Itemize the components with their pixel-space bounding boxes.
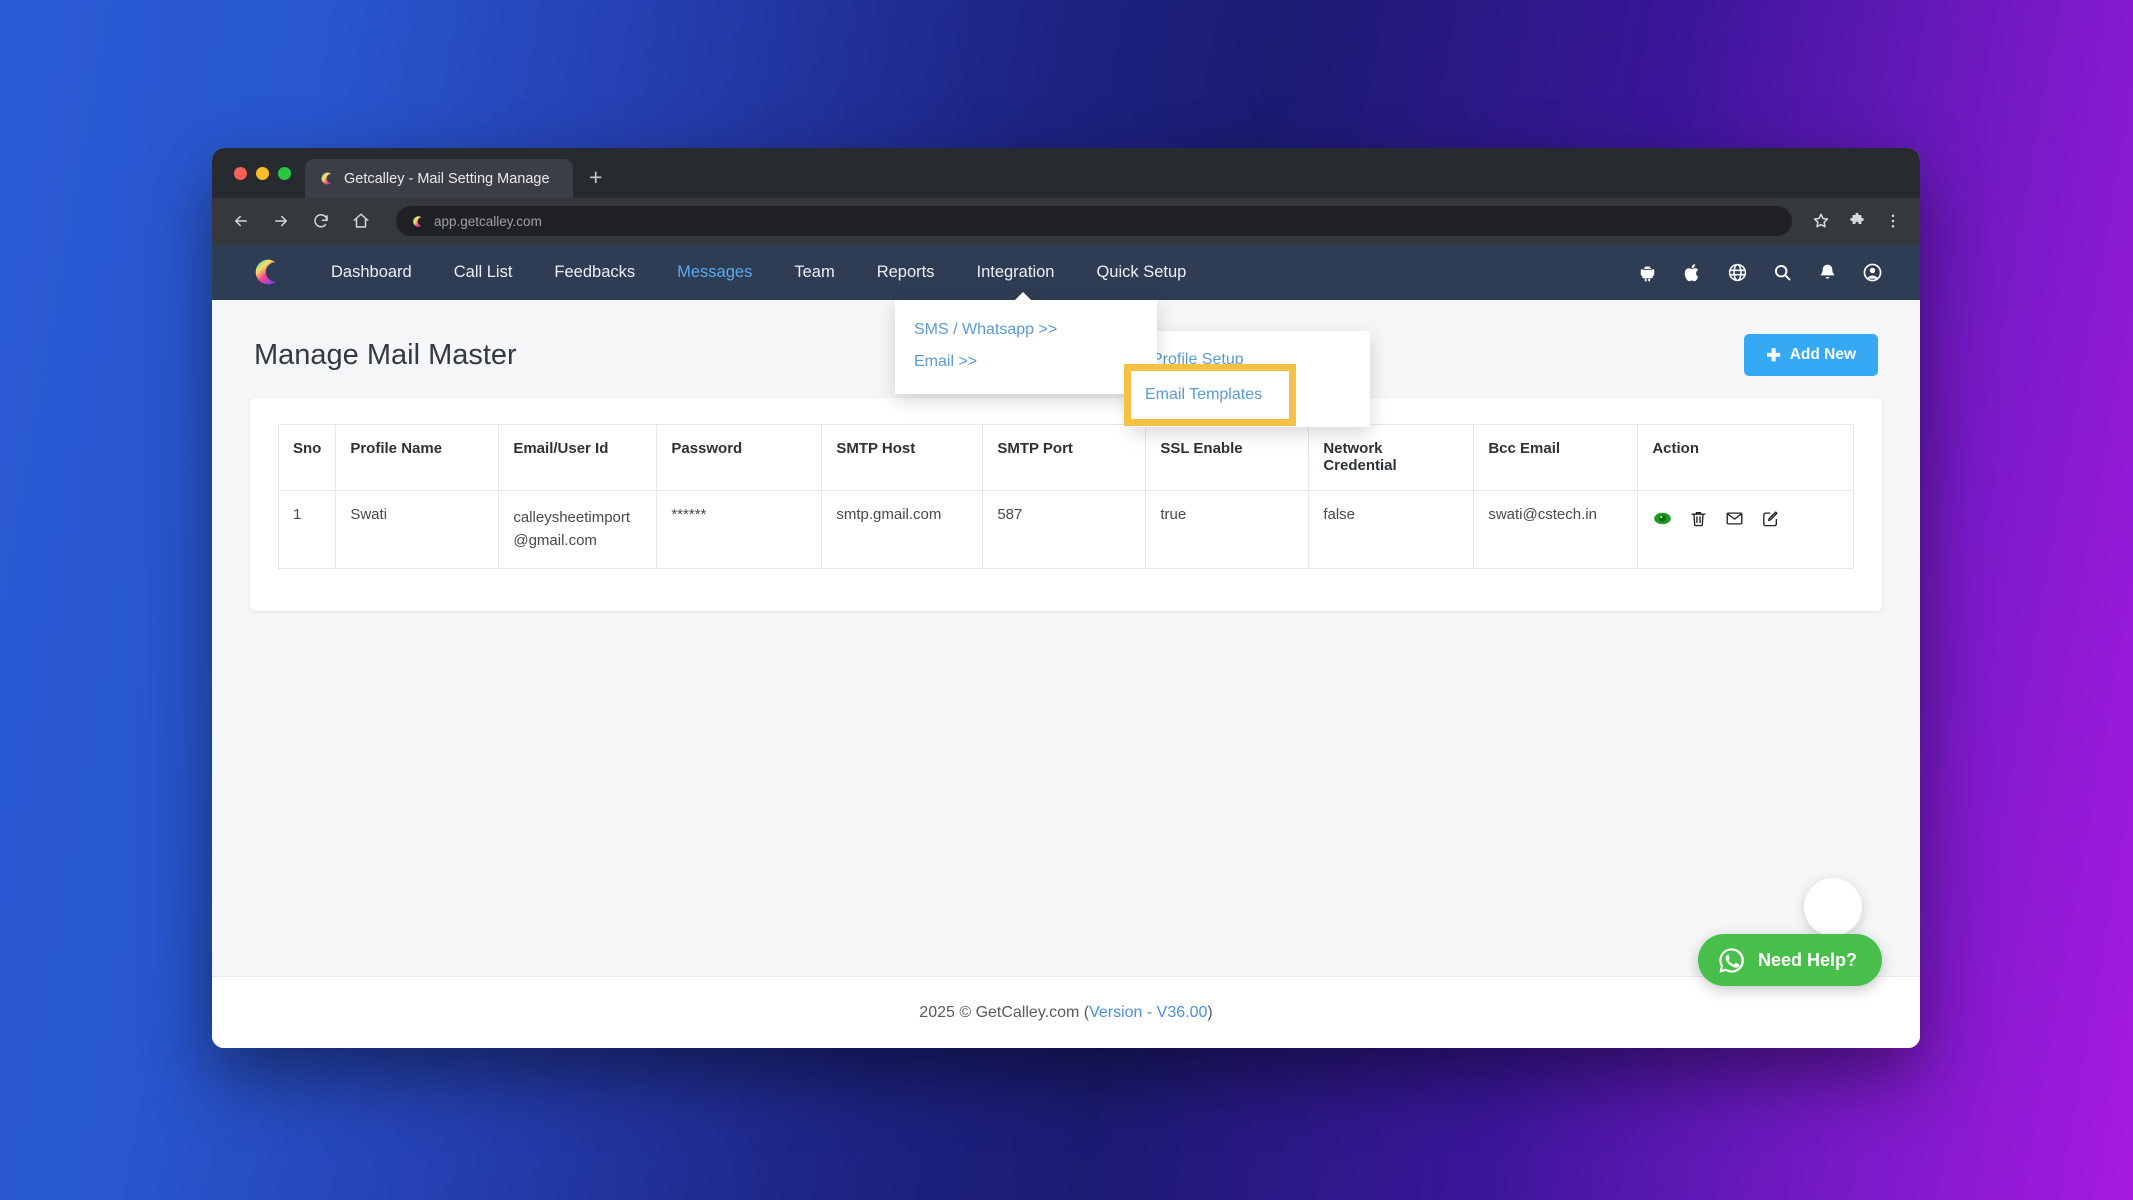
footer-close-paren: )	[1207, 1003, 1213, 1021]
application-viewport: Dashboard Call List Feedbacks Messages T…	[212, 244, 1920, 1048]
column-header-smtp-port: SMTP Port	[982, 424, 1147, 491]
cell-sno: 1	[277, 490, 337, 569]
column-header-bcc-email: Bcc Email	[1473, 424, 1639, 491]
nav-link-messages[interactable]: Messages	[656, 244, 773, 300]
bell-icon[interactable]	[1816, 261, 1839, 284]
messages-dropdown-menu: SMS / Whatsapp >> Email >>	[895, 300, 1157, 394]
browser-tab-title: Getcalley - Mail Setting Manage	[344, 170, 550, 187]
column-header-password: Password	[656, 424, 823, 491]
send-mail-icon[interactable]	[1724, 508, 1745, 529]
star-icon[interactable]	[1810, 210, 1832, 232]
window-traffic-lights	[228, 148, 305, 198]
cell-password: ******	[656, 490, 823, 569]
cell-actions	[1637, 490, 1854, 569]
android-icon[interactable]	[1636, 261, 1659, 284]
column-header-action: Action	[1637, 424, 1854, 491]
navbar-links: Dashboard Call List Feedbacks Messages T…	[310, 244, 1207, 300]
nav-link-call-list[interactable]: Call List	[433, 244, 534, 300]
calley-favicon-icon	[321, 172, 332, 185]
footer-version-link[interactable]: Version - V36.00	[1089, 1004, 1207, 1022]
view-eye-icon[interactable]	[1652, 508, 1673, 529]
column-header-email-user-id: Email/User Id	[498, 424, 658, 491]
column-header-ssl-enable: SSL Enable	[1145, 424, 1310, 491]
nav-link-reports[interactable]: Reports	[856, 244, 956, 300]
cell-ssl-enable: true	[1145, 490, 1310, 569]
need-help-label: Need Help?	[1757, 949, 1857, 970]
dropdown-caret-icon	[1012, 292, 1034, 303]
nav-link-feedbacks[interactable]: Feedbacks	[533, 244, 656, 300]
edit-pencil-icon[interactable]	[1760, 508, 1781, 529]
home-icon[interactable]	[350, 210, 372, 232]
url-text: app.getcalley.com	[434, 213, 542, 229]
footer-copyright: 2025 © GetCalley.com (	[919, 1003, 1090, 1021]
scroll-to-top-button[interactable]	[1804, 878, 1862, 936]
browser-tab-strip: Getcalley - Mail Setting Manage +	[212, 148, 1920, 198]
back-arrow-icon[interactable]	[230, 210, 252, 232]
table-row: 1 Swati calleysheetimport@gmail.com ****…	[277, 490, 1854, 569]
table-header-row: Sno Profile Name Email/User Id Password …	[277, 424, 1854, 491]
close-window-button[interactable]	[234, 166, 247, 180]
calley-logo[interactable]	[250, 255, 284, 289]
row-action-group	[1652, 506, 1839, 529]
dropdown-item-sms-whatsapp[interactable]: SMS / Whatsapp >>	[895, 314, 1157, 346]
cell-profile-name: Swati	[335, 490, 500, 569]
cell-email-user-id-text: calleysheetimport@gmail.com	[513, 509, 631, 550]
site-favicon-icon	[413, 215, 422, 227]
app-footer: 2025 © GetCalley.com (Version - V36.00)	[212, 976, 1920, 1048]
add-new-label: Add New	[1789, 346, 1856, 363]
email-templates-highlight: Email Templates	[1124, 364, 1296, 426]
column-header-network-credential: Network Credential	[1308, 424, 1475, 491]
delete-trash-icon[interactable]	[1688, 508, 1709, 529]
cell-bcc-email: swati@cstech.in	[1473, 490, 1639, 569]
column-header-profile-name: Profile Name	[335, 424, 500, 491]
column-header-smtp-host: SMTP Host	[821, 424, 984, 491]
three-dot-menu-icon[interactable]	[1882, 210, 1904, 232]
plus-icon: ✚	[1766, 345, 1781, 365]
forward-arrow-icon[interactable]	[270, 210, 292, 232]
cell-smtp-port: 587	[982, 490, 1147, 569]
reload-icon[interactable]	[310, 210, 332, 232]
address-bar-actions	[1810, 210, 1904, 232]
apple-icon[interactable]	[1681, 261, 1704, 284]
search-icon[interactable]	[1771, 261, 1794, 284]
cell-email-user-id: calleysheetimport@gmail.com	[498, 490, 658, 569]
column-header-sno: Sno	[277, 424, 337, 491]
add-new-button[interactable]: ✚ Add New	[1744, 334, 1878, 376]
app-navbar: Dashboard Call List Feedbacks Messages T…	[212, 244, 1920, 300]
browser-window: Getcalley - Mail Setting Manage + app.ge…	[212, 148, 1920, 1048]
mail-master-card: Sno Profile Name Email/User Id Password …	[250, 398, 1882, 611]
submenu-item-email-templates[interactable]: Email Templates	[1131, 378, 1284, 412]
puzzle-icon[interactable]	[1846, 210, 1868, 232]
nav-link-dashboard[interactable]: Dashboard	[310, 244, 433, 300]
navbar-icon-group	[1636, 261, 1884, 284]
page-title: Manage Mail Master	[254, 338, 517, 371]
new-tab-button[interactable]: +	[589, 166, 602, 189]
maximize-window-button[interactable]	[278, 166, 291, 180]
nav-link-quick-setup[interactable]: Quick Setup	[1075, 244, 1207, 300]
mail-master-table: Sno Profile Name Email/User Id Password …	[277, 424, 1854, 569]
minimize-window-button[interactable]	[256, 166, 269, 180]
need-help-button[interactable]: Need Help?	[1697, 934, 1882, 986]
url-omnibox[interactable]: app.getcalley.com	[396, 206, 1792, 236]
dropdown-item-email[interactable]: Email >>	[895, 346, 1157, 378]
table-body: 1 Swati calleysheetimport@gmail.com ****…	[277, 490, 1854, 569]
browser-tab[interactable]: Getcalley - Mail Setting Manage	[305, 159, 573, 198]
globe-icon[interactable]	[1726, 261, 1749, 284]
whatsapp-icon	[1719, 947, 1744, 973]
cell-network-credential: false	[1308, 490, 1475, 569]
browser-address-bar: app.getcalley.com	[212, 198, 1920, 244]
nav-link-team[interactable]: Team	[773, 244, 855, 300]
table-head: Sno Profile Name Email/User Id Password …	[277, 424, 1854, 491]
cell-smtp-host: smtp.gmail.com	[821, 490, 984, 569]
user-avatar-icon[interactable]	[1861, 261, 1884, 284]
